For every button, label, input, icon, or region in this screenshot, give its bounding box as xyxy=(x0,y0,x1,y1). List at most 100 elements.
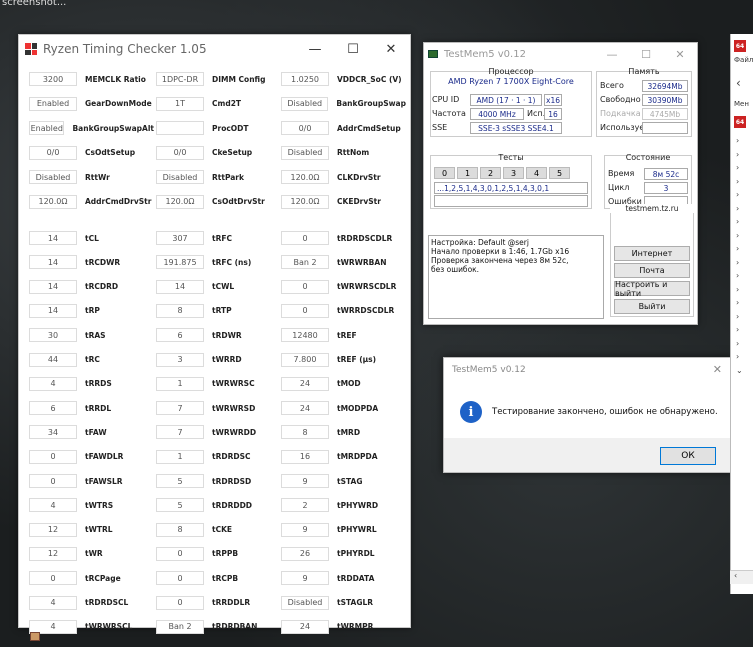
timing-cell: 191.875 tRFC (ns) xyxy=(156,255,281,270)
back-arrow-icon[interactable]: ‹ xyxy=(736,76,741,90)
timing-value: 120.0Ω xyxy=(281,170,329,184)
file-menu[interactable]: Файл xyxy=(734,56,753,64)
setup-and-exit-button[interactable]: Настроить и выйти xyxy=(614,280,690,298)
log-line: Проверка закончена через 8м 52с, xyxy=(431,256,569,265)
close-icon[interactable]: ✕ xyxy=(663,48,697,61)
ryzen-timing-checker-window: Ryzen Timing Checker 1.05 — ☐ ✕ 3200 MEMC… xyxy=(18,34,411,634)
timing-label: tRFC (ns) xyxy=(212,257,252,267)
timing-label: VDDCR_SoC (V) xyxy=(337,74,402,84)
timing-label: tWTRL xyxy=(85,525,113,535)
timing-value: Enabled xyxy=(29,96,77,111)
testmem-app-icon xyxy=(428,50,438,58)
timing-label: tWRRD xyxy=(212,355,242,364)
taskbar-app-icon[interactable] xyxy=(30,632,40,641)
maximize-icon[interactable]: ☐ xyxy=(629,48,663,61)
tree-expand-icon[interactable]: › xyxy=(736,136,739,145)
timing-cell: 3 tWRRD xyxy=(156,352,281,367)
explorer-window-fragment: 64 Файл ‹ Мен 64 › › › › › › › › › › › › › › › › › ⌄ xyxy=(730,34,753,594)
timing-label: BankGroupSwapAlt xyxy=(72,123,154,133)
tree-expand-icon[interactable]: › xyxy=(736,312,739,321)
tree-expand-icon[interactable]: › xyxy=(736,204,739,213)
used-threads-input[interactable]: 16 xyxy=(544,108,562,120)
aida-badge-icon: 64 xyxy=(734,116,746,128)
testmem-titlebar[interactable]: TestMem5 v0.12 — ☐ ✕ xyxy=(424,43,697,65)
log-panel: Настройка: Default @serj Начало проверки… xyxy=(428,235,604,319)
close-icon[interactable]: ✕ xyxy=(713,363,722,376)
freq-value: 4000 MHz xyxy=(470,108,524,120)
tree-expand-icon[interactable]: › xyxy=(736,231,739,240)
tree-expand-icon[interactable]: › xyxy=(736,258,739,267)
tree-expand-icon[interactable]: ⌄ xyxy=(736,366,743,375)
timing-label: AddrCmdSetup xyxy=(337,123,401,133)
timing-cell: 120.0Ω AddrCmdDrvStr xyxy=(29,194,154,209)
timing-value: 2 xyxy=(281,498,329,513)
maximize-icon[interactable]: ☐ xyxy=(334,42,372,57)
timing-cell: 120.0Ω CsOdtDrvStr xyxy=(156,194,281,209)
timing-label: Cmd2T xyxy=(212,99,242,108)
exit-button[interactable]: Выйти xyxy=(614,299,690,314)
test-sequence: ...1,2,5,1,4,3,0,1,2,5,1,4,3,0,1 xyxy=(434,182,588,194)
scroll-left-icon[interactable]: ‹ xyxy=(730,570,753,584)
timing-cell: 12 tWR xyxy=(29,546,154,561)
timing-label: tWRWRSCDLR xyxy=(337,282,397,292)
timing-label: tRCPB xyxy=(212,573,239,583)
tree-expand-icon[interactable]: › xyxy=(736,190,739,199)
timing-value: 4 xyxy=(29,376,77,391)
internet-button[interactable]: Интернет xyxy=(614,246,690,261)
test-number: 5 xyxy=(549,167,570,179)
tree-expand-icon[interactable]: › xyxy=(736,325,739,334)
tree-expand-icon[interactable]: › xyxy=(736,352,739,361)
log-line: Начало проверки в 1:46, 1.7Gb x16 xyxy=(431,247,570,256)
timing-value: 120.0Ω xyxy=(156,194,204,209)
ok-button[interactable]: ОК xyxy=(660,447,716,465)
timing-label: CsOdtSetup xyxy=(85,148,136,157)
timing-row: 4 tWTRS 5 tRDRDDD 2 tPHYWRD xyxy=(29,498,410,513)
timing-cell: 44 tRC xyxy=(29,352,154,367)
timing-label: tRDRDDD xyxy=(212,500,253,510)
timing-cell: 12 tWTRL xyxy=(29,522,154,537)
timing-label: tRDRDSD xyxy=(212,476,252,486)
testmem-window-title: TestMem5 v0.12 xyxy=(444,48,526,60)
tree-expand-icon[interactable]: › xyxy=(736,285,739,294)
timing-cell: 1.0250 VDDCR_SoC (V) xyxy=(281,72,406,86)
mail-button[interactable]: Почта xyxy=(614,263,690,278)
timing-label: tWRWRDD xyxy=(212,427,257,437)
timing-label: tRDRDSCDLR xyxy=(337,233,393,243)
timing-label: tRDRDBAN xyxy=(212,622,258,632)
tree-expand-icon[interactable]: › xyxy=(736,163,739,172)
rtc-titlebar[interactable]: Ryzen Timing Checker 1.05 — ☐ ✕ xyxy=(19,35,410,63)
timing-cell: Enabled GearDownMode xyxy=(29,96,154,111)
timing-cell: 24 tMOD xyxy=(281,376,406,391)
timing-value: 14 xyxy=(156,279,204,294)
timing-label: AddrCmdDrvStr xyxy=(85,197,152,206)
timing-value: 0/0 xyxy=(156,145,204,160)
timing-value: 5 xyxy=(156,474,204,488)
menu-label: Мен xyxy=(734,100,749,108)
timing-row: 3200 MEMCLK Ratio 1DPC-DR DIMM Config 1.0250… xyxy=(29,72,410,86)
timing-label: tWRRDSCDLR xyxy=(337,306,395,316)
timing-value: 8 xyxy=(156,522,204,537)
tree-expand-icon[interactable]: › xyxy=(736,244,739,253)
timing-cell: 14 tCWL xyxy=(156,279,281,294)
timing-label: MEMCLK Ratio xyxy=(85,74,146,84)
dialog-titlebar[interactable]: TestMem5 v0.12 ✕ xyxy=(444,358,732,382)
timing-label: tFAW xyxy=(85,427,107,437)
minimize-icon[interactable]: — xyxy=(296,42,334,57)
timing-row: 44 tRC 3 tWRRD 7.800 tREF (µs) xyxy=(29,352,410,367)
timing-cell: 0 tWRWRSCDLR xyxy=(281,279,406,294)
minimize-icon[interactable]: — xyxy=(595,48,629,61)
timing-label: DIMM Config xyxy=(212,74,266,84)
timing-row: 14 tRCDWR 191.875 tRFC (ns) Ban 2 tWRWRBAN xyxy=(29,255,410,270)
tree-expand-icon[interactable]: › xyxy=(736,177,739,186)
timing-value: 0 xyxy=(156,546,204,561)
tree-expand-icon[interactable]: › xyxy=(736,298,739,307)
tree-expand-icon[interactable]: › xyxy=(736,339,739,348)
in-use-value xyxy=(642,122,688,134)
tree-expand-icon[interactable]: › xyxy=(736,150,739,159)
timing-row: 4 tRDRDSCL 0 tRRDDLR Disabled tSTAGLR xyxy=(29,595,410,610)
timing-cell: Disabled RttWr xyxy=(29,170,154,184)
tree-expand-icon[interactable]: › xyxy=(736,217,739,226)
free-mem-label: Свободно xyxy=(600,95,641,104)
tree-expand-icon[interactable]: › xyxy=(736,271,739,280)
close-icon[interactable]: ✕ xyxy=(372,42,410,57)
